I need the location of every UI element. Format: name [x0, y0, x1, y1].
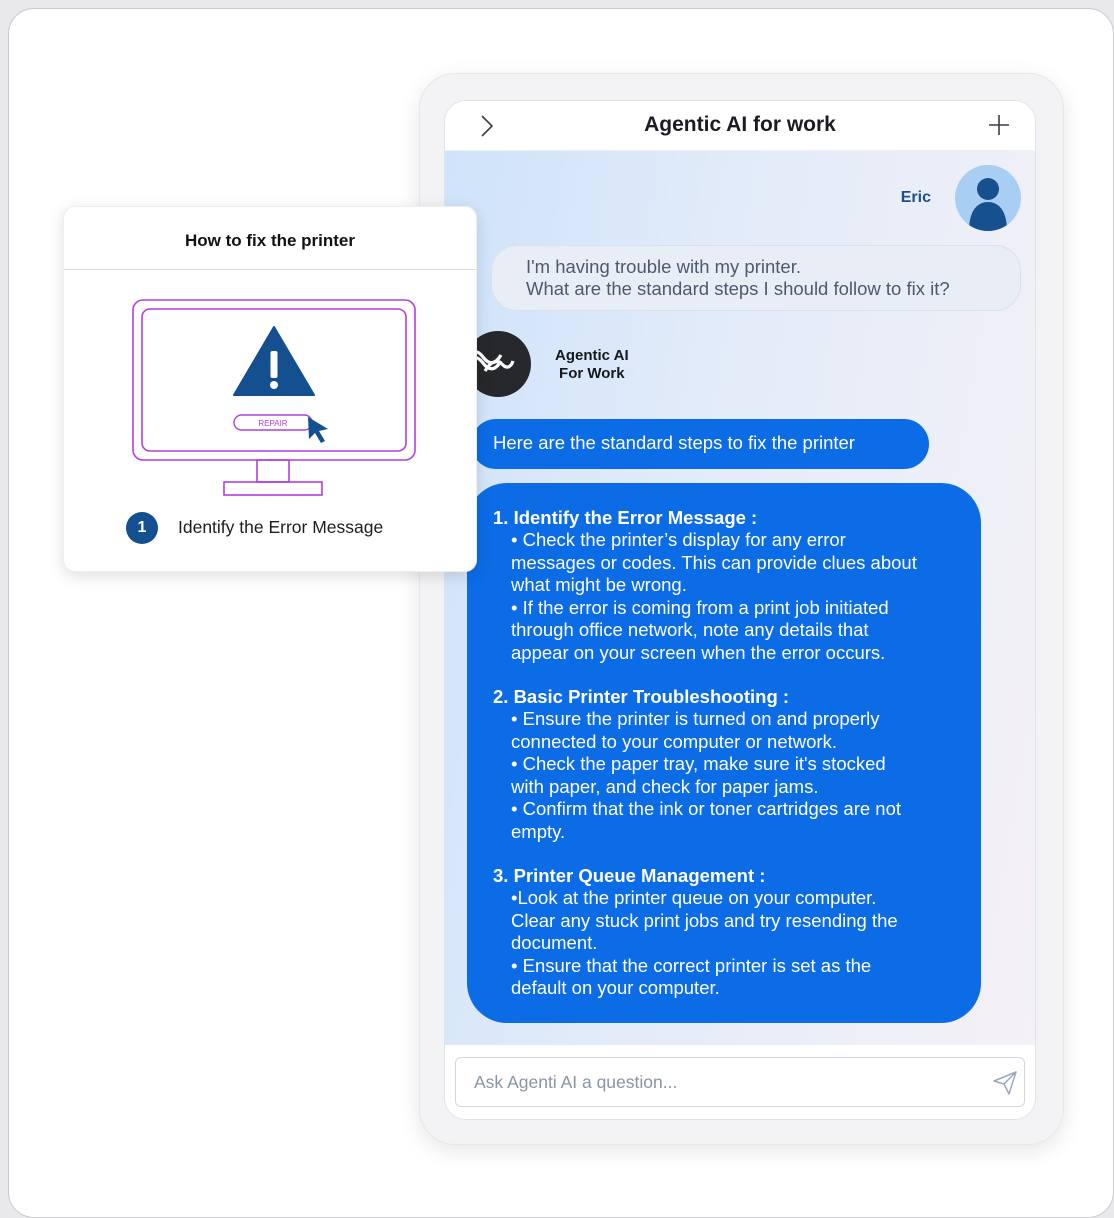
chat-messages: Eric I'm having trouble with my printer.…: [445, 151, 1035, 1045]
step-line: default on your computer.: [511, 977, 720, 998]
step-number-badge: 1: [126, 512, 158, 544]
step-line: • Ensure the printer is turned on and pr…: [511, 708, 880, 729]
send-icon: [993, 1071, 1017, 1095]
step-line: with paper, and check for paper jams.: [511, 775, 819, 797]
step-title: 1. Identify the Error Message :: [493, 507, 758, 528]
step-line: messages or codes. This can provide clue…: [511, 551, 917, 573]
step-section: 2. Basic Printer Troubleshooting : • Ens…: [493, 686, 981, 843]
step-line: • Check the printer’s display for any er…: [511, 529, 846, 550]
mouse-pointer-icon: [308, 417, 328, 443]
chat-device-frame: Agentic AI for work Eric I'm having trou…: [419, 73, 1064, 1145]
user-avatar: [955, 165, 1021, 231]
step-line: • Confirm that the ink or toner cartridg…: [511, 798, 902, 819]
step-section: 1. Identify the Error Message : • Check …: [493, 507, 981, 664]
step-section: 3. Printer Queue Management : •Look at t…: [493, 865, 981, 1000]
step-line: what might be wrong.: [511, 574, 687, 595]
step-line: through office network, note any details…: [511, 619, 869, 640]
divider: [64, 269, 476, 270]
new-chat-button[interactable]: [985, 111, 1013, 139]
step-line: connected to your computer or network.: [511, 730, 837, 752]
step-line: • Ensure that the correct printer is set…: [511, 954, 872, 976]
chat-input-bar: [445, 1045, 1035, 1119]
chat-window: Agentic AI for work Eric I'm having trou…: [444, 100, 1036, 1120]
step-text: Identify the Error Message: [178, 517, 384, 537]
step-line: appear on your screen when the error occ…: [511, 641, 886, 663]
send-button[interactable]: [989, 1067, 1021, 1099]
help-card: How to fix the printer REPAIR 1 Identify…: [63, 206, 477, 572]
monitor-illustration: REPAIR: [132, 299, 416, 496]
user-name: Eric: [900, 189, 931, 206]
step-title: 3. Printer Queue Management :: [493, 865, 766, 886]
bot-name: Agentic AI For Work: [555, 347, 629, 383]
repair-button: REPAIR: [233, 414, 313, 431]
chat-header: Agentic AI for work: [445, 101, 1035, 151]
step-line: Clear any stuck print jobs and try resen…: [511, 909, 898, 931]
bot-name-line: Agentic AI: [555, 347, 629, 364]
bot-intro-bubble: Here are the standard steps to fix the p…: [471, 419, 929, 469]
chat-title: Agentic AI for work: [644, 113, 836, 136]
page: Agentic AI for work Eric I'm having trou…: [8, 8, 1114, 1218]
step-line: • Check the paper tray, make sure it's s…: [511, 753, 886, 774]
user-message-line: I'm having trouble with my printer.: [526, 256, 801, 277]
step-line: •Look at the printer queue on your compu…: [511, 887, 877, 908]
plus-icon: [989, 115, 1009, 135]
step-line: document.: [511, 932, 598, 953]
bot-name-line: For Work: [559, 365, 625, 382]
user-silhouette-icon: [969, 178, 1007, 231]
step-title: 2. Basic Printer Troubleshooting :: [493, 686, 790, 707]
question-input[interactable]: [455, 1057, 1025, 1107]
step-line: empty.: [511, 820, 566, 842]
help-card-title: How to fix the printer: [185, 231, 355, 250]
warning-triangle-icon: [233, 326, 315, 396]
step-line: • If the error is coming from a print jo…: [511, 596, 889, 618]
repair-button-label: REPAIR: [258, 419, 287, 428]
user-message-line: What are the standard steps I should fol…: [526, 278, 950, 299]
bot-steps-bubble: 1. Identify the Error Message : • Check …: [467, 483, 981, 1023]
user-message-bubble: I'm having trouble with my printer. What…: [491, 245, 1021, 311]
